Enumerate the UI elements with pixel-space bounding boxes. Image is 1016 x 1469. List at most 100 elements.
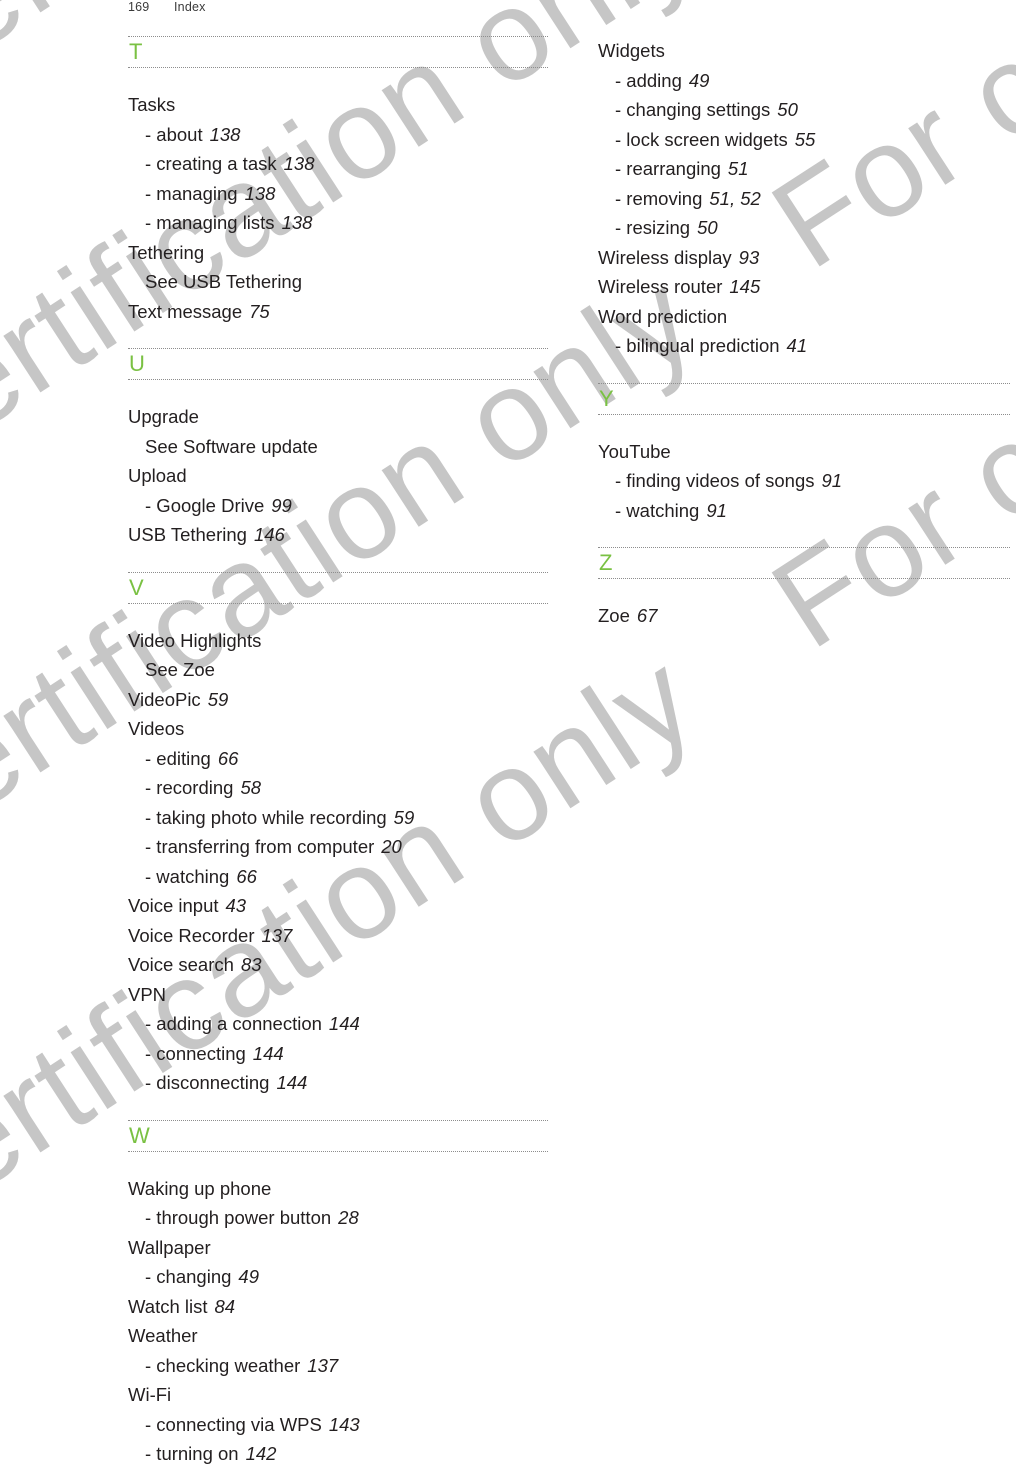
index-entry-list: Widgets - adding 49- changing settings 50- … bbox=[598, 36, 1010, 361]
dotted-rule-bottom bbox=[598, 578, 1010, 579]
index-cross-reference: See Software update bbox=[128, 432, 548, 462]
dotted-rule-bottom bbox=[128, 379, 548, 380]
entry-label: - through power button bbox=[145, 1207, 332, 1228]
index-entry: Wi-Fi bbox=[128, 1380, 548, 1410]
entry-page-number: 59 bbox=[393, 806, 415, 828]
entry-page-number: 83 bbox=[240, 954, 262, 975]
index-entry-list: Tasks - about 138- creating a task 138- man… bbox=[128, 90, 548, 326]
entry-label: - recording bbox=[145, 777, 234, 798]
index-entry: Watch list 84 bbox=[128, 1292, 548, 1322]
section-letter-z: Z bbox=[599, 550, 613, 575]
index-entry: Voice Recorder 137 bbox=[128, 921, 548, 951]
entry-page-number: 50 bbox=[777, 99, 798, 120]
entry-page-number: 143 bbox=[328, 1413, 360, 1435]
entry-label: VPN bbox=[128, 983, 167, 1005]
index-entry-list: Waking up phone - through power button 28 W… bbox=[128, 1174, 548, 1469]
entry-page-number: 93 bbox=[738, 246, 760, 268]
entry-page-number: 138 bbox=[244, 182, 276, 204]
index-page: 169 Index T Tasks - about 138- creating a ta… bbox=[0, 0, 1016, 1464]
index-subentry: - managing 138 bbox=[128, 179, 548, 209]
letter-block-z: Z bbox=[598, 547, 1010, 579]
entry-page-number: 51 bbox=[727, 158, 749, 179]
index-entry-list: Upgrade See Software update Upload - Google… bbox=[128, 402, 548, 550]
entry-label: - checking weather bbox=[145, 1354, 301, 1376]
entry-label: Wi-Fi bbox=[128, 1384, 172, 1405]
letter-spacer bbox=[128, 1158, 548, 1174]
entry-label: - changing bbox=[145, 1266, 232, 1287]
entry-page-number: 91 bbox=[706, 499, 727, 521]
entry-label: - adding a connection bbox=[145, 1013, 322, 1034]
index-subentry: - connecting 144 bbox=[128, 1039, 548, 1069]
index-entry: VPN bbox=[128, 980, 548, 1010]
index-subentry: - Google Drive 99 bbox=[128, 491, 548, 521]
entry-label: Tethering bbox=[128, 241, 205, 263]
entry-page-number: 138 bbox=[209, 123, 241, 145]
index-subentry: - transferring from computer 20 bbox=[128, 832, 548, 862]
entry-page-number: 51, 52 bbox=[709, 187, 761, 209]
entry-label: Upgrade bbox=[128, 406, 199, 427]
index-subentry: - watching 91 bbox=[598, 496, 1010, 526]
section-letter-w: W bbox=[129, 1122, 150, 1148]
entry-page-number: 66 bbox=[217, 747, 239, 769]
index-subentry: - lock screen widgets 55 bbox=[598, 125, 1010, 155]
index-subentry: - rearranging 51 bbox=[598, 154, 1010, 184]
index-subentry: - editing 66 bbox=[128, 744, 548, 774]
entry-page-number: 142 bbox=[245, 1443, 277, 1464]
entry-label: Waking up phone bbox=[128, 1177, 272, 1199]
entry-label: - Google Drive bbox=[145, 494, 265, 516]
dotted-rule-bottom bbox=[598, 413, 1010, 415]
index-subentry: - adding 49 bbox=[598, 66, 1010, 96]
index-entry-list: YouTube - finding videos of songs 91- watc… bbox=[598, 437, 1010, 526]
section-letter-u: U bbox=[129, 351, 145, 376]
entry-label: Wallpaper bbox=[128, 1236, 211, 1258]
entry-label: Text message bbox=[128, 300, 243, 322]
index-subentry: - checking weather 137 bbox=[128, 1351, 548, 1381]
entry-label: Wireless display bbox=[598, 246, 732, 268]
index-entry: Tethering bbox=[128, 238, 548, 268]
letter-block-y: Y bbox=[598, 382, 1010, 415]
entry-label: - removing bbox=[615, 187, 703, 209]
entry-label: - about bbox=[145, 123, 203, 145]
index-subentry: - changing 49 bbox=[128, 1262, 548, 1292]
entry-label: Tasks bbox=[128, 94, 176, 115]
dotted-rule-bottom bbox=[128, 602, 548, 604]
entry-label: - turning on bbox=[145, 1443, 239, 1464]
dotted-rule-bottom bbox=[128, 1150, 548, 1152]
index-subentry: - adding a connection 144 bbox=[128, 1009, 548, 1039]
entry-label: - connecting bbox=[145, 1042, 246, 1064]
entry-label: Weather bbox=[128, 1325, 198, 1346]
entry-label: - changing settings bbox=[615, 99, 771, 120]
index-subentry: - turning on 142 bbox=[128, 1439, 548, 1469]
entry-label: Voice Recorder bbox=[128, 924, 255, 946]
index-entry: VideoPic 59 bbox=[128, 685, 548, 715]
index-entry: YouTube bbox=[598, 437, 1010, 467]
entry-label: - editing bbox=[145, 747, 211, 769]
index-entry: Voice input 43 bbox=[128, 891, 548, 921]
entry-label: YouTube bbox=[598, 440, 671, 462]
entry-label: Videos bbox=[128, 718, 185, 739]
index-subentry: - about 138 bbox=[128, 120, 548, 150]
index-column-left: T Tasks - about 138- creating a task 138- ma… bbox=[128, 36, 548, 1469]
index-entry: Wallpaper bbox=[128, 1233, 548, 1263]
entry-label: Wireless router bbox=[598, 276, 723, 297]
entry-page-number: 138 bbox=[283, 153, 315, 174]
index-entry: Voice search 83 bbox=[128, 950, 548, 980]
entry-label: Voice input bbox=[128, 895, 219, 916]
entry-label: See Zoe bbox=[145, 659, 215, 680]
index-entry: Zoe 67 bbox=[598, 601, 1010, 631]
page-number: 169 bbox=[128, 0, 150, 14]
entry-label: - adding bbox=[615, 69, 682, 91]
entry-label: Voice search bbox=[128, 954, 234, 975]
entry-page-number: 28 bbox=[338, 1207, 359, 1228]
entry-page-number: 50 bbox=[697, 217, 718, 238]
entry-page-number: 55 bbox=[794, 128, 816, 150]
entry-label: - managing bbox=[145, 182, 238, 204]
entry-label: - creating a task bbox=[145, 153, 277, 174]
entry-page-number: 49 bbox=[688, 69, 710, 91]
letter-block-u: U bbox=[128, 348, 548, 380]
entry-label: See USB Tethering bbox=[145, 271, 303, 292]
entry-page-number: 84 bbox=[214, 1295, 236, 1317]
entry-label: - connecting via WPS bbox=[145, 1413, 322, 1435]
entry-label: - transferring from computer bbox=[145, 836, 375, 857]
index-subentry: - changing settings 50 bbox=[598, 95, 1010, 125]
